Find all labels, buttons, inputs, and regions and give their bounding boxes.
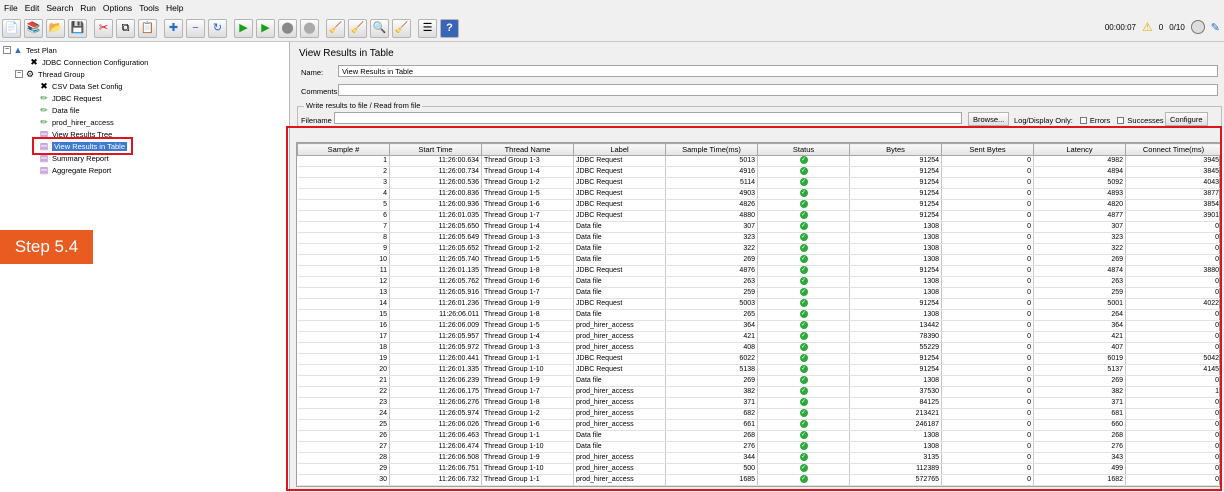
tree-item-jdbc-connection[interactable]: ✖ JDBC Connection Configuration (29, 56, 148, 68)
save-icon[interactable]: 💾 (68, 19, 87, 38)
copy-icon[interactable]: ⧉ (116, 19, 135, 38)
shutdown-icon[interactable]: ⬤ (300, 19, 319, 38)
filename-input[interactable] (334, 112, 962, 124)
test-plan-tree: − ▲ Test Plan ✖ JDBC Connection Configur… (0, 42, 290, 492)
paste-icon[interactable]: 📋 (138, 19, 157, 38)
warning-count: 0 (1158, 22, 1164, 32)
start-no-pauses-icon[interactable]: ▶ (256, 19, 275, 38)
tree-item-aggregate-report[interactable]: ▤ Aggregate Report (39, 164, 111, 176)
errors-checkbox[interactable] (1079, 117, 1087, 124)
cut-icon[interactable]: ✂ (94, 19, 113, 38)
menu-search[interactable]: Search (46, 3, 73, 13)
name-label: Name: (301, 68, 324, 77)
view-results-panel: View Results in Table Name: View Results… (286, 42, 1224, 492)
collapse-icon[interactable]: − (186, 19, 205, 38)
menu-file[interactable]: File (4, 3, 18, 13)
menu-options[interactable]: Options (103, 3, 132, 13)
log-display-label: Log/Display Only: Errors Successes (1014, 116, 1164, 125)
step-label: Step 5.4 (0, 230, 93, 264)
menu-help[interactable]: Help (166, 3, 183, 13)
tree-item-prod-hirer[interactable]: ✏ prod_hirer_access (39, 116, 113, 128)
globe-icon[interactable] (1190, 20, 1205, 34)
highlight-box (32, 137, 133, 155)
test-plan-icon: ▲ (13, 45, 23, 55)
elapsed-time: 00:00:07 (1104, 22, 1136, 32)
tree-item-jdbc-request[interactable]: ✏ JDBC Request (39, 92, 101, 104)
function-helper-icon[interactable]: ☰ (418, 19, 437, 38)
browse-button[interactable]: Browse... (968, 112, 1010, 126)
wrench-icon: ✖ (40, 80, 48, 91)
stop-icon[interactable]: ⬤ (278, 19, 297, 38)
new-icon[interactable]: 📄 (2, 19, 21, 38)
menu-bar: File Edit Search Run Options Tools Help (0, 0, 1224, 16)
menu-edit[interactable]: Edit (25, 3, 40, 13)
start-icon[interactable]: ▶ (234, 19, 253, 38)
pipette-icon: ✏ (40, 116, 48, 127)
gear-icon: ⚙ (25, 68, 35, 79)
toolbar: 📄 📚 📂 💾 ✂ ⧉ 📋 ✚ − ↻ ▶ ▶ ⬤ ⬤ 🧹 🧹 🔍 🧹 ☰ ? … (0, 16, 1224, 42)
name-input[interactable]: View Results in Table (338, 65, 1218, 77)
clear-icon[interactable]: 🧹 (326, 19, 345, 38)
tree-item-test-plan[interactable]: − ▲ Test Plan (3, 44, 57, 56)
open-icon[interactable]: 📂 (46, 19, 65, 38)
tree-item-csv-config[interactable]: ✖ CSV Data Set Config (39, 80, 122, 92)
search-binoculars-icon[interactable]: 🔍 (370, 19, 389, 38)
broom-icon[interactable]: ✎ (1211, 21, 1220, 34)
thread-count: 0/10 (1169, 22, 1185, 32)
tree-item-thread-group[interactable]: − ⚙ Thread Group (15, 68, 85, 80)
toggle-icon[interactable]: ↻ (208, 19, 227, 38)
panel-title: View Results in Table (299, 48, 394, 59)
templates-icon[interactable]: 📚 (24, 19, 43, 38)
clear-all-icon[interactable]: 🧹 (348, 19, 367, 38)
warning-icon[interactable]: ⚠ (1142, 20, 1153, 34)
successes-checkbox[interactable] (1117, 117, 1125, 124)
pipette-icon: ✏ (40, 92, 48, 103)
menu-tools[interactable]: Tools (139, 3, 159, 13)
comments-label: Comments: (301, 87, 340, 96)
write-results-title: Write results to file / Read from file (304, 101, 423, 110)
tree-item-data-file[interactable]: ✏ Data file (39, 104, 79, 116)
successes-label: Successes (1127, 116, 1164, 125)
menu-run[interactable]: Run (80, 3, 96, 13)
pipette-icon: ✏ (40, 104, 48, 115)
comments-input[interactable] (338, 84, 1218, 96)
expand-icon[interactable]: ✚ (164, 19, 183, 38)
wrench-icon: ✖ (30, 56, 38, 67)
help-icon[interactable]: ? (440, 19, 459, 38)
highlight-box (286, 126, 1222, 491)
filename-label: Filename (301, 116, 332, 125)
reset-search-icon[interactable]: 🧹 (392, 19, 411, 38)
chart-icon: ▤ (39, 164, 49, 175)
errors-label: Errors (1089, 116, 1111, 125)
status-area: 00:00:07 ⚠ 0 0/10 ✎ (1105, 20, 1220, 34)
collapse-toggle-icon[interactable]: − (3, 46, 11, 54)
collapse-toggle-icon[interactable]: − (15, 70, 23, 78)
configure-button[interactable]: Configure (1165, 112, 1208, 126)
